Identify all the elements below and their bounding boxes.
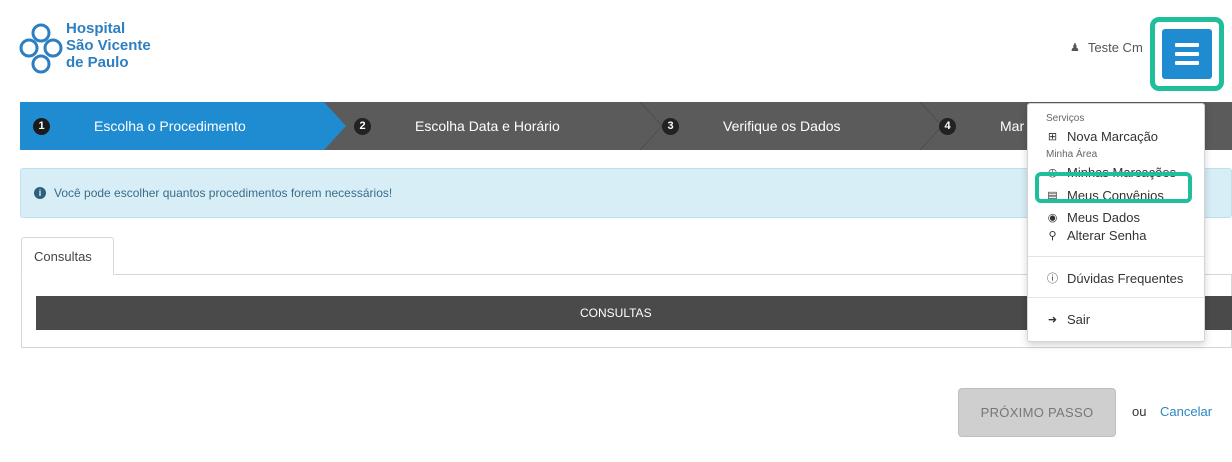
consultas-heading: CONSULTAS [580, 306, 652, 320]
hamburger-icon [1175, 43, 1199, 47]
step-3[interactable]: 3 Verifique os Dados [662, 102, 841, 150]
user-icon: ♟ [1070, 42, 1080, 54]
menu-divider [1028, 256, 1204, 257]
user-name: Teste Cm [1087, 40, 1143, 55]
hamburger-icon-bar [1175, 52, 1199, 56]
menu-item-my-data[interactable]: ◉ Meus Dados [1046, 210, 1140, 225]
step-3-label: Verifique os Dados [723, 118, 841, 134]
menu-item-my-bookings-label: Minhas Marcações [1067, 165, 1177, 180]
menu-button-highlight [1150, 17, 1224, 91]
info-icon: i [34, 187, 46, 199]
menu-item-my-insurance-label: Meus Convênios [1067, 188, 1164, 203]
menu-item-change-password[interactable]: ⚲ Alterar Senha [1046, 228, 1147, 243]
logo-line-2: São Vicente [66, 37, 151, 54]
menu-item-faq[interactable]: ⓘ Dúvidas Frequentes [1046, 270, 1183, 286]
hospital-logo[interactable]: Hospital São Vicente de Paulo [18, 20, 151, 78]
cancel-link[interactable]: Cancelar [1160, 404, 1212, 419]
logo-cross-icon [19, 23, 63, 74]
plus-square-icon: ⊞ [1047, 131, 1058, 143]
question-circle-icon: ⓘ [1047, 273, 1058, 285]
site-header: Hospital São Vicente de Paulo ♟ Teste Cm [0, 0, 1232, 100]
logo-text: Hospital São Vicente de Paulo [66, 20, 151, 71]
logo-line-3: de Paulo [66, 54, 129, 71]
menu-item-new-booking[interactable]: ⊞ Nova Marcação [1046, 129, 1158, 144]
menu-divider [1028, 297, 1204, 298]
alert-text: Você pode escolher quantos procedimentos… [54, 186, 393, 200]
user-circle-icon: ◉ [1047, 212, 1058, 224]
hamburger-icon-bar [1175, 61, 1199, 65]
step-2-number: 2 [354, 117, 371, 135]
or-text: ou [1132, 404, 1147, 419]
menu-section-area: Minha Área [1046, 149, 1098, 160]
step-4-number: 4 [939, 117, 956, 135]
id-card-icon: ▤ [1047, 190, 1058, 202]
logo-line-1: Hospital [66, 20, 126, 37]
user-dropdown-menu: Serviços ⊞ Nova Marcação Minha Área ◷ Mi… [1027, 103, 1205, 342]
tab-consultas[interactable]: Consultas [21, 237, 114, 275]
key-icon: ⚲ [1048, 230, 1057, 242]
step-4-label: Mar [1000, 118, 1025, 134]
step-1[interactable]: 1 Escolha o Procedimento [33, 102, 246, 150]
menu-item-my-insurance[interactable]: ▤ Meus Convênios [1046, 188, 1164, 203]
step-1-number: 1 [33, 117, 50, 135]
user-menu[interactable]: ♟ Teste Cm [1070, 40, 1143, 55]
menu-item-my-data-label: Meus Dados [1067, 210, 1140, 225]
menu-item-new-booking-label: Nova Marcação [1067, 129, 1159, 144]
step-2[interactable]: 2 Escolha Data e Horário [354, 102, 560, 150]
menu-item-my-bookings[interactable]: ◷ Minhas Marcações [1046, 165, 1176, 180]
clock-icon: ◷ [1047, 167, 1058, 179]
next-step-button[interactable]: PRÓXIMO PASSO [958, 388, 1116, 437]
step-3-number: 3 [662, 117, 679, 135]
menu-section-services: Serviços [1046, 113, 1085, 124]
sign-out-icon: ➜ [1047, 314, 1058, 326]
hamburger-menu-button[interactable] [1162, 29, 1212, 79]
menu-item-faq-label: Dúvidas Frequentes [1067, 270, 1184, 286]
step-1-label: Escolha o Procedimento [94, 118, 246, 134]
step-2-label: Escolha Data e Horário [415, 118, 560, 134]
menu-item-logout[interactable]: ➜ Sair [1046, 312, 1090, 327]
menu-item-change-password-label: Alterar Senha [1067, 228, 1147, 243]
menu-item-logout-label: Sair [1067, 312, 1091, 327]
step-4[interactable]: 4 Mar [939, 102, 1024, 150]
